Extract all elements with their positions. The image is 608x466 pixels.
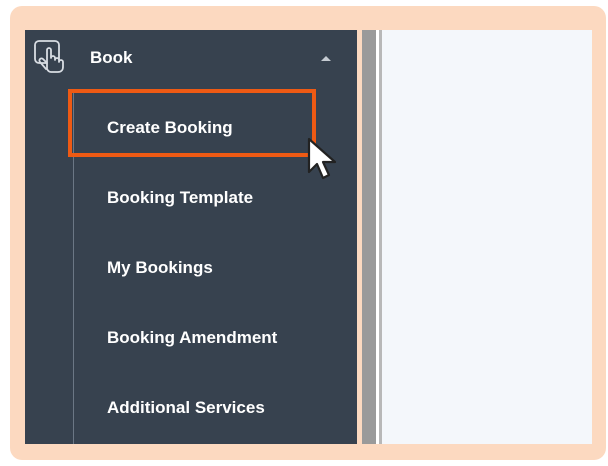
chevron-up-icon[interactable] — [321, 56, 331, 61]
sidebar-item-additional-services[interactable]: Additional Services — [107, 398, 265, 418]
sidebar-section-book[interactable]: Book — [25, 30, 357, 88]
main-content-area — [382, 30, 592, 444]
sidebar-item-create-booking[interactable]: Create Booking — [107, 118, 233, 138]
sidebar-item-booking-amendment[interactable]: Booking Amendment — [107, 328, 277, 348]
panel-resize-handle[interactable] — [362, 30, 376, 444]
sidebar-item-booking-template[interactable]: Booking Template — [107, 188, 253, 208]
mouse-pointer-icon — [306, 136, 346, 184]
sidebar-section-label: Book — [90, 48, 133, 67]
sidebar: Book Create Booking Booking Template My … — [25, 30, 357, 444]
sidebar-item-my-bookings[interactable]: My Bookings — [107, 258, 213, 278]
touch-hand-icon — [32, 38, 68, 74]
